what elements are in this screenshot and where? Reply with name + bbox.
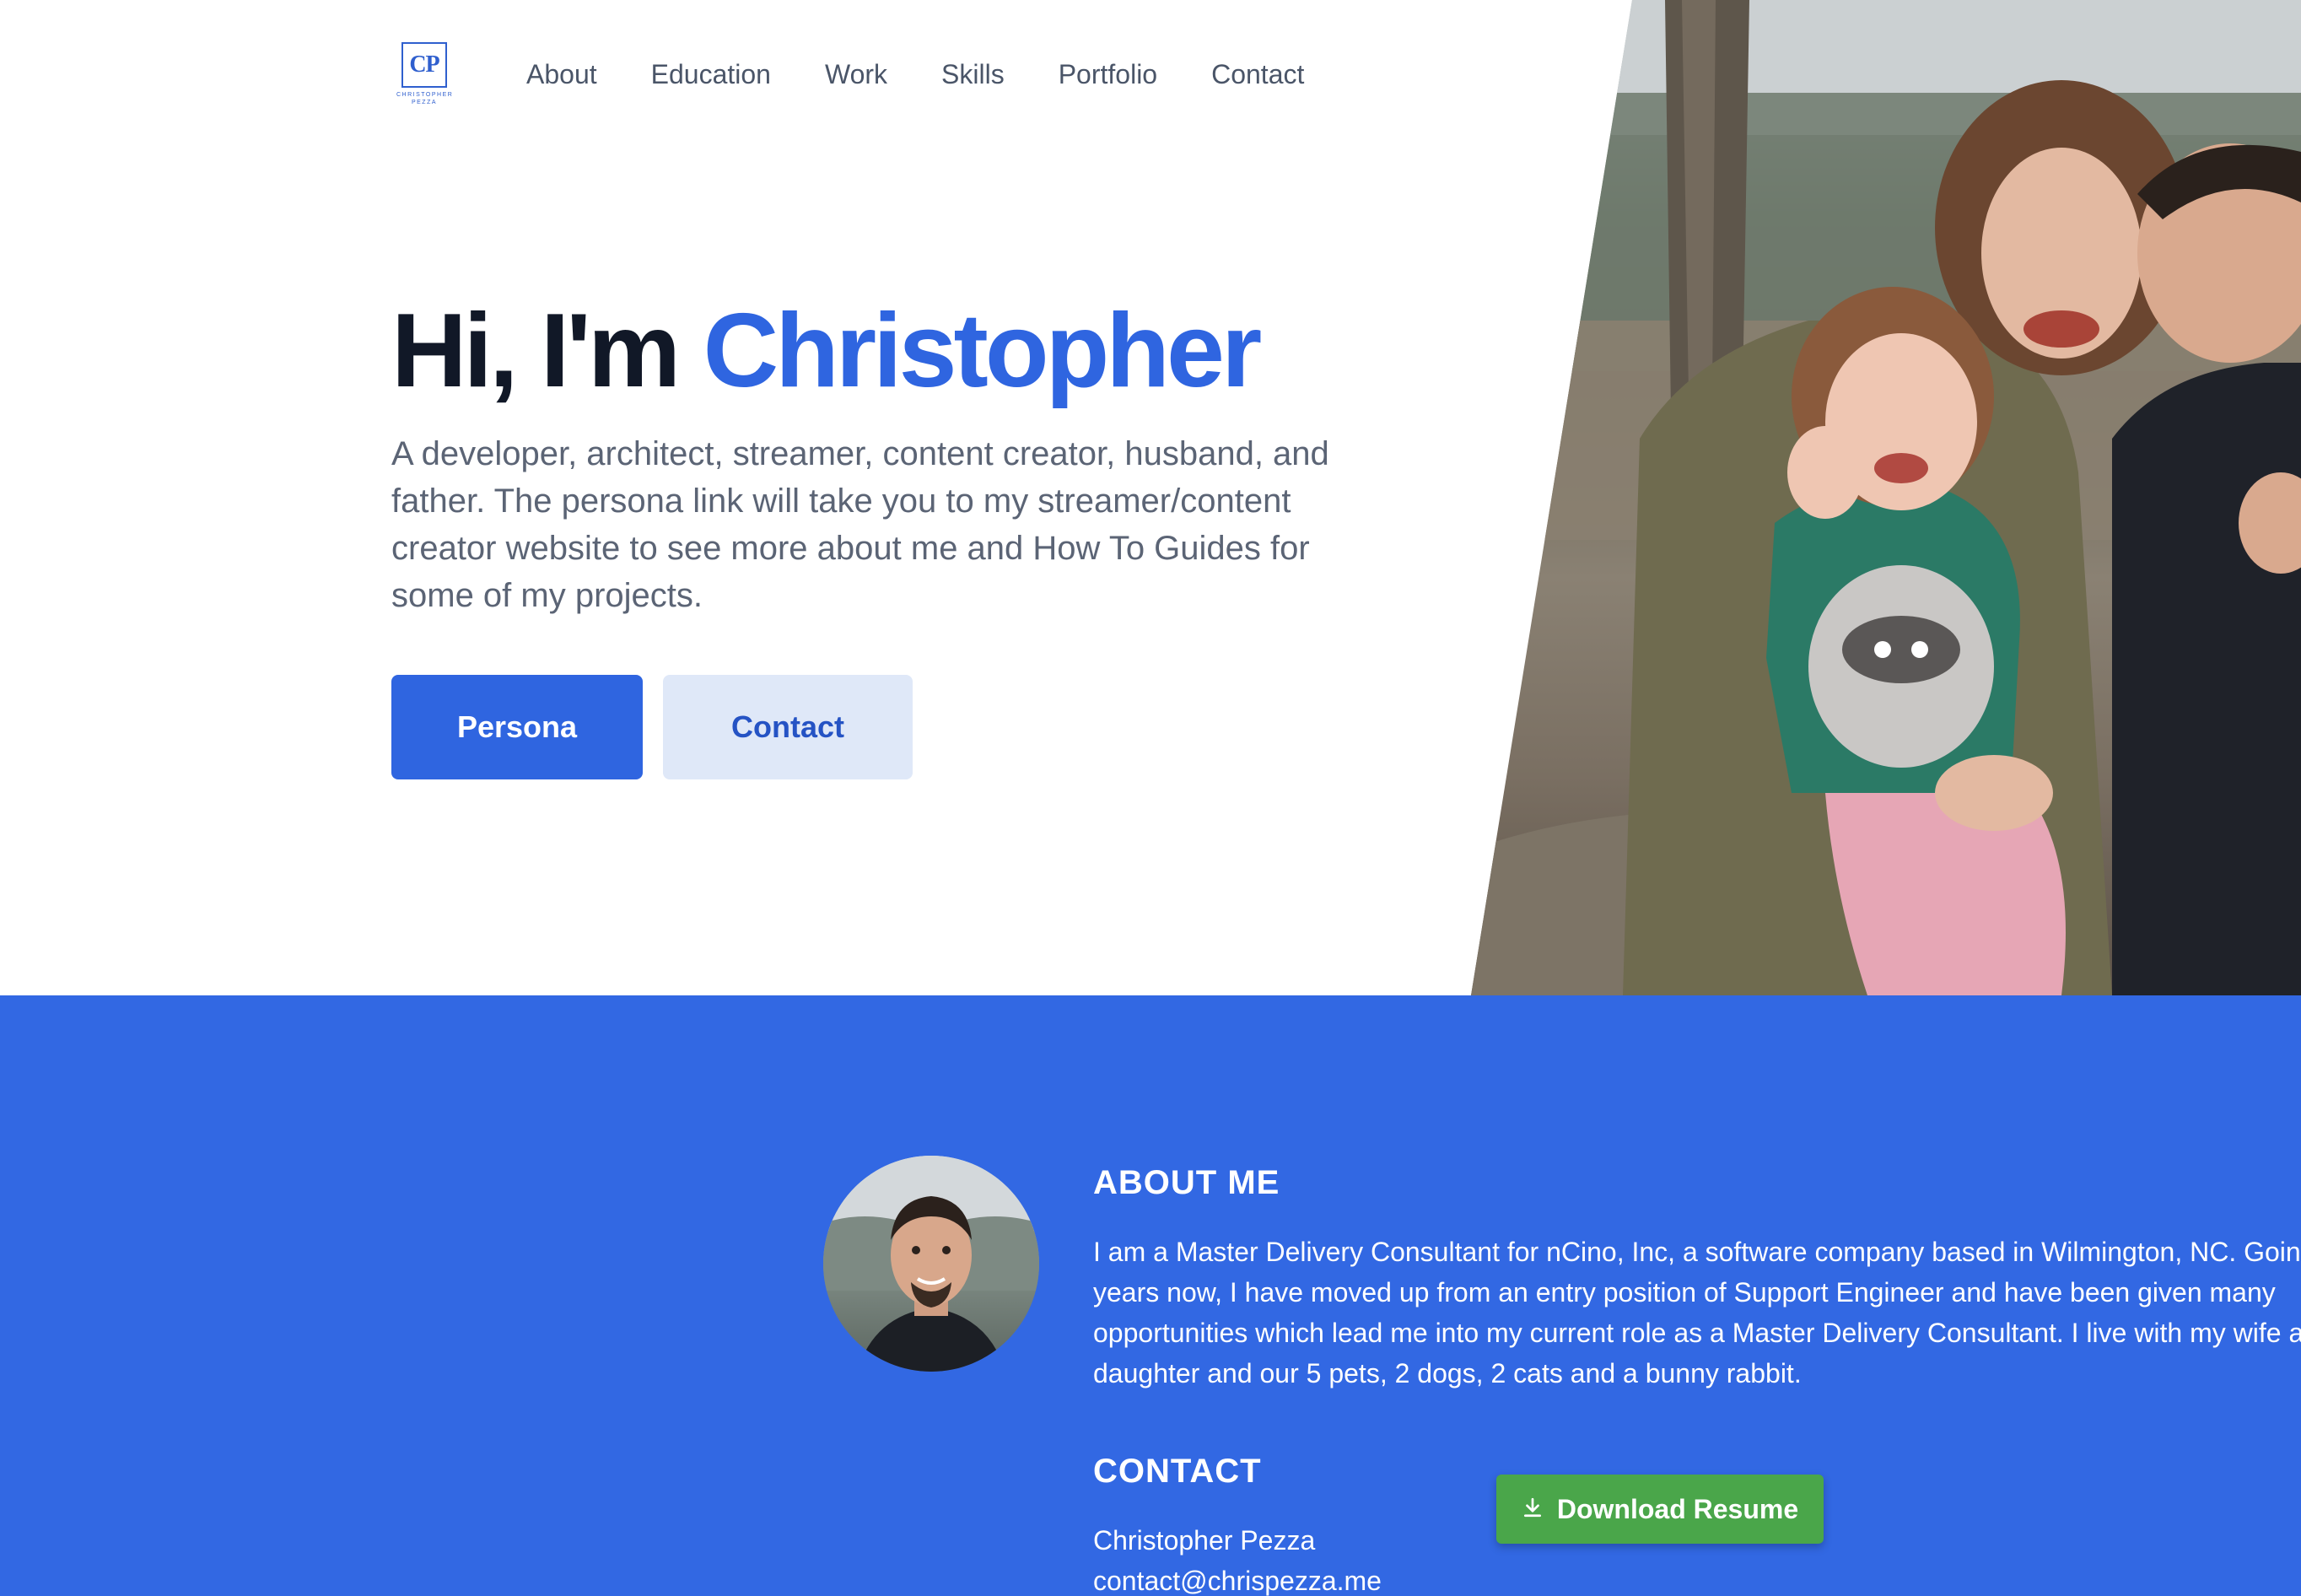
main-nav: About Education Work Skills Portfolio Co… <box>526 56 1358 93</box>
download-resume-button[interactable]: Download Resume <box>1496 1475 1824 1544</box>
contact-email-link[interactable]: contact@chrispezza.me <box>1093 1562 1382 1596</box>
logo-subtext: CHRISTOPHER PEZZA <box>396 91 452 106</box>
nav-link-skills[interactable]: Skills <box>941 56 1005 93</box>
about-heading: ABOUT ME <box>1093 1164 1280 1201</box>
download-icon <box>1522 1494 1544 1525</box>
hero-name: Christopher <box>703 293 1263 409</box>
contact-name: Christopher Pezza <box>1093 1525 1316 1556</box>
about-text: I am a Master Delivery Consultant for nC… <box>1093 1237 2301 1388</box>
contact-heading: CONTACT <box>1093 1453 1262 1490</box>
nav-link-portfolio[interactable]: Portfolio <box>1059 56 1157 93</box>
nav-link-education[interactable]: Education <box>651 56 771 93</box>
logo-subtext-line2: PEZZA <box>411 100 438 105</box>
nav-link-contact[interactable]: Contact <box>1211 56 1304 93</box>
hero-description: A developer, architect, streamer, conten… <box>391 435 1329 614</box>
logo-initials: CP <box>401 42 447 88</box>
hero-section: CP CHRISTOPHER PEZZA About Education Wor… <box>0 0 2301 995</box>
hero-title: Hi, I'm Christopher <box>391 292 1263 410</box>
site-logo[interactable]: CP CHRISTOPHER PEZZA <box>396 42 452 105</box>
download-resume-label: Download Resume <box>1556 1493 1799 1524</box>
logo-subtext-line1: CHRISTOPHER <box>396 92 454 98</box>
contact-button[interactable]: Contact <box>663 675 913 779</box>
profile-avatar <box>823 1156 1039 1372</box>
family-photo <box>1471 0 2301 995</box>
hero-greeting: Hi, I'm <box>391 293 681 409</box>
nav-link-work[interactable]: Work <box>825 56 887 93</box>
nav-link-about[interactable]: About <box>526 56 597 93</box>
about-section: ABOUT ME I am a Master Delivery Consulta… <box>0 995 2301 1596</box>
persona-button[interactable]: Persona <box>391 675 643 779</box>
